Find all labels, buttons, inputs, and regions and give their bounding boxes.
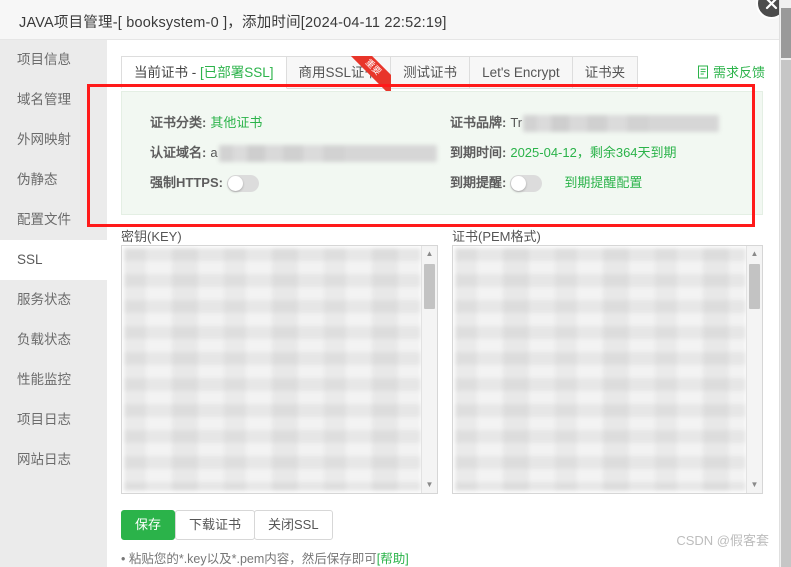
tab-current-cert[interactable]: 当前证书 - [已部署SSL] <box>121 56 287 89</box>
page-scrollbar-thumb[interactable] <box>781 8 791 58</box>
footer-note-text: • 粘贴您的*.key以及*.pem内容，然后保存即可 <box>121 552 377 566</box>
key-editor[interactable]: ▲ ▼ <box>121 245 438 494</box>
expiry-reminder-row: 到期提醒: 到期提醒配置 <box>450 168 719 198</box>
cert-category-row: 证书分类: 其他证书 <box>150 108 437 138</box>
pem-editor-scroll-down-icon[interactable]: ▼ <box>747 477 762 493</box>
pem-editor-content-masked <box>455 248 746 491</box>
help-link[interactable]: [帮助] <box>377 552 409 566</box>
cert-category-value: 其他证书 <box>210 115 263 130</box>
sidebar-item-load-status[interactable]: 负载状态 <box>0 320 107 360</box>
tab-current-cert-status: [已部署SSL] <box>200 65 274 80</box>
sidebar-item-service-status[interactable]: 服务状态 <box>0 280 107 320</box>
sidebar-item-project-log[interactable]: 项目日志 <box>0 400 107 440</box>
sidebar-item-domain[interactable]: 域名管理 <box>0 80 107 120</box>
expiry-reminder-label: 到期提醒: <box>450 175 507 190</box>
sidebar-item-project-info[interactable]: 项目信息 <box>0 40 107 80</box>
expiry-reminder-toggle[interactable] <box>510 174 543 192</box>
ssl-tabs: 当前证书 - [已部署SSL] 商用SSL证书 重要 测试证书 Let's En… <box>121 56 639 95</box>
pem-editor-scroll-thumb[interactable] <box>749 264 760 309</box>
pem-editor-scroll-up-icon[interactable]: ▲ <box>747 246 762 262</box>
close-glyph <box>765 0 778 10</box>
download-cert-button[interactable]: 下载证书 <box>175 510 256 540</box>
feedback-link[interactable]: 需求反馈 <box>697 62 765 81</box>
sidebar: 项目信息 域名管理 外网映射 伪静态 配置文件 SSL 服务状态 负载状态 性能… <box>0 40 107 567</box>
feedback-label: 需求反馈 <box>712 65 765 80</box>
main-content: 当前证书 - [已部署SSL] 商用SSL证书 重要 测试证书 Let's En… <box>107 40 779 567</box>
tab-current-cert-label: 当前证书 - <box>134 65 200 80</box>
key-editor-scroll-down-icon[interactable]: ▼ <box>422 477 437 493</box>
pem-editor-label: 证书(PEM格式) <box>452 229 541 244</box>
watermark: CSDN @假客套 <box>676 533 769 548</box>
sidebar-item-site-log[interactable]: 网站日志 <box>0 440 107 480</box>
ssl-management-window: JAVA项目管理-[ booksystem-0 ]，添加时间[2024-04-1… <box>0 0 791 567</box>
expiry-reminder-config-link[interactable]: 到期提醒配置 <box>564 168 642 198</box>
sidebar-item-ssl[interactable]: SSL <box>0 240 107 280</box>
cert-expiry-value: 2025-04-12，剩余364天到期 <box>510 145 677 160</box>
cert-expiry-row: 到期时间: 2025-04-12，剩余364天到期 <box>450 138 719 168</box>
close-ssl-button[interactable]: 关闭SSL <box>254 510 333 540</box>
sidebar-item-external-map[interactable]: 外网映射 <box>0 120 107 160</box>
cert-brand-label: 证书品牌: <box>450 115 507 130</box>
expiry-reminder-toggle-knob <box>511 175 527 191</box>
cert-expiry-label: 到期时间: <box>450 145 507 160</box>
force-https-toggle-knob <box>227 175 243 191</box>
tab-cert-folder-label: 证书夹 <box>584 65 626 80</box>
force-https-toggle[interactable] <box>226 174 259 192</box>
page-scrollbar[interactable] <box>779 0 791 567</box>
key-editor-label: 密钥(KEY) <box>121 229 182 244</box>
force-https-label: 强制HTTPS: <box>150 175 223 190</box>
cert-brand-masked <box>523 114 720 132</box>
sidebar-item-config-file[interactable]: 配置文件 <box>0 200 107 240</box>
save-button[interactable]: 保存 <box>121 510 176 540</box>
key-editor-scrollbar[interactable]: ▲ ▼ <box>421 246 437 493</box>
cert-info-left-column: 证书分类: 其他证书 认证域名: a 强制HTTPS: <box>150 108 437 198</box>
tab-lets-encrypt[interactable]: Let's Encrypt <box>470 56 573 89</box>
pem-editor[interactable]: ▲ ▼ <box>452 245 763 494</box>
document-feedback-icon <box>697 65 708 79</box>
tab-commercial-ssl[interactable]: 商用SSL证书 重要 <box>286 56 392 95</box>
page-scrollbar-track-lower[interactable] <box>781 60 791 567</box>
cert-brand-row: 证书品牌: Tr <box>450 108 720 138</box>
tab-test-cert-label: 测试证书 <box>403 65 458 80</box>
tab-commercial-ssl-label: 商用SSL证书 <box>298 65 379 80</box>
tab-test-cert[interactable]: 测试证书 <box>391 56 471 89</box>
key-editor-scroll-up-icon[interactable]: ▲ <box>422 246 437 262</box>
cert-brand-value: Tr <box>510 115 523 130</box>
certificate-info-panel: 证书分类: 其他证书 认证域名: a 强制HTTPS: 证书品牌: Tr 到期时… <box>121 91 763 215</box>
force-https-row: 强制HTTPS: <box>150 168 437 198</box>
sidebar-item-rewrite[interactable]: 伪静态 <box>0 160 107 200</box>
key-editor-content-masked <box>124 248 421 491</box>
page-title: JAVA项目管理-[ booksystem-0 ]，添加时间[2024-04-1… <box>19 15 447 31</box>
cert-domain-row: 认证域名: a <box>150 138 437 168</box>
tab-lets-encrypt-label: Let's Encrypt <box>482 65 560 80</box>
cert-domain-value: a <box>210 145 218 160</box>
cert-domain-label: 认证域名: <box>150 145 207 160</box>
window-titlebar: JAVA项目管理-[ booksystem-0 ]，添加时间[2024-04-1… <box>0 0 779 40</box>
footer-note: • 粘贴您的*.key以及*.pem内容，然后保存即可[帮助] <box>121 548 409 567</box>
cert-domain-masked <box>218 144 437 162</box>
cert-category-label: 证书分类: <box>150 115 207 130</box>
sidebar-item-performance[interactable]: 性能监控 <box>0 360 107 400</box>
cert-info-right-column: 证书品牌: Tr 到期时间: 2025-04-12，剩余364天到期 到期提醒:… <box>450 108 720 198</box>
pem-editor-scrollbar[interactable]: ▲ ▼ <box>746 246 762 493</box>
key-editor-scroll-thumb[interactable] <box>424 264 435 309</box>
tab-cert-folder[interactable]: 证书夹 <box>572 56 639 89</box>
